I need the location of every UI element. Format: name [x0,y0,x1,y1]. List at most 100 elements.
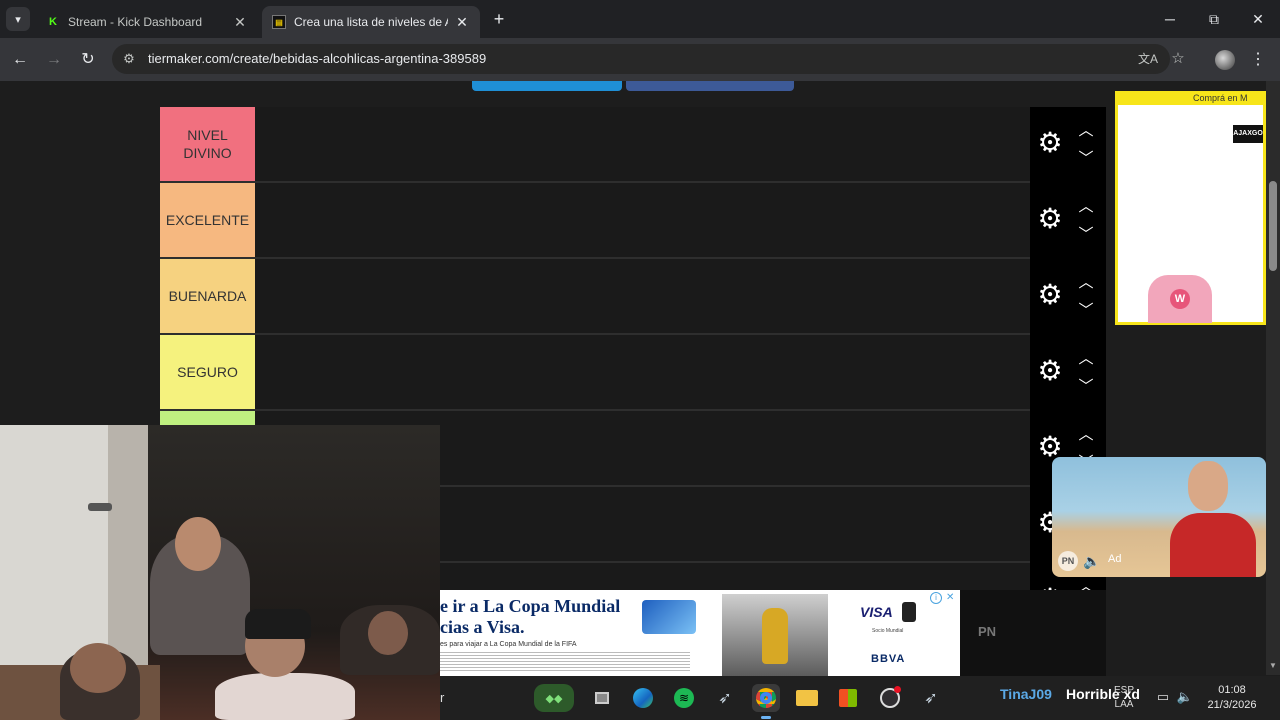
cam-person-head [368,611,408,655]
move-up-icon[interactable]: ︿ [1074,273,1098,293]
fifa-emblem-icon [902,602,916,622]
ad-person-body [1170,513,1256,577]
volume-tray-icon[interactable]: 🔈 [1176,688,1194,706]
language-code: ESP [1114,685,1135,696]
new-tab-button[interactable]: + [488,8,510,30]
url-text[interactable]: tiermaker.com/create/bebidas-alcohlicas-… [148,51,486,66]
language-indicator[interactable]: ESP LAA [1114,684,1134,712]
side-ad-text: Comprá en M [1193,93,1248,103]
pn-label: PN [978,624,997,639]
edge-browser-icon[interactable] [629,684,657,712]
ad-person-image [1166,457,1256,577]
obs-icon[interactable] [876,684,904,712]
close-icon[interactable]: ✕ [454,14,470,31]
taskbar-search-edge[interactable]: r [440,690,444,705]
move-up-icon[interactable]: ︿ [1074,425,1098,445]
ad-close-icon[interactable]: ✕ [946,592,954,603]
address-bar[interactable]: ⚙ tiermaker.com/create/bebidas-alcohlica… [112,44,1170,74]
task-view-icon[interactable] [588,684,616,712]
ad-headline-2: cias a Visa. [440,617,525,637]
cam-doorframe [108,425,148,665]
minimize-button[interactable]: ─ [1148,4,1192,34]
scroll-thumb[interactable] [1269,181,1277,271]
page-scrollbar[interactable]: ▼ [1266,81,1280,675]
move-down-icon[interactable]: ﹀ [1074,149,1098,169]
save-download-button[interactable] [472,81,622,91]
system-clock[interactable]: 01:08 21/3/2026 [1202,683,1262,713]
tab-title: Crea una lista de niveles de Alc [294,15,448,29]
gear-icon[interactable]: ⚙ [1036,129,1064,157]
ad-info-icon[interactable]: i [930,592,942,604]
chevron-down-icon: ▾ [15,13,21,26]
file-explorer-icon[interactable] [793,684,821,712]
cam-person [215,673,355,720]
tab-kick-dashboard[interactable]: K Stream - Kick Dashboard ✕ [36,6,258,38]
share-button[interactable] [626,81,794,91]
tier-controls: ⚙ ︿ ﹀ [1030,335,1106,411]
back-icon[interactable]: ← [8,48,32,72]
forward-icon[interactable]: → [42,48,66,72]
profile-avatar[interactable] [1215,50,1235,70]
close-window-button[interactable]: ✕ [1236,4,1280,34]
tier-label[interactable]: SEGURO [160,335,255,409]
side-ad[interactable]: Comprá en M AJAXGO W [1115,91,1266,325]
trophy-icon [762,608,788,664]
backpack-image: W [1148,275,1212,323]
clock-time: 01:08 [1218,684,1246,696]
reload-icon[interactable]: ↻ [76,48,100,72]
move-down-icon[interactable]: ﹀ [1074,301,1098,321]
ad-headline-1: e ir a La Copa Mundial [440,596,621,616]
steam-icon[interactable]: ➶ [711,684,739,712]
clock-date: 21/3/2026 [1207,699,1257,711]
ad-label: Ad [1108,553,1122,565]
close-icon[interactable]: ✕ [232,14,248,31]
move-up-icon[interactable]: ︿ [1074,197,1098,217]
bottom-banner-ad[interactable]: e ir a La Copa Mundial cias a Visa. es p… [440,590,960,676]
pn-badge[interactable]: PN [1058,551,1078,571]
site-settings-icon[interactable]: ⚙ [120,50,138,68]
side-ad-brand: AJAXGO [1233,125,1263,143]
tier-controls: ⚙ ︿ ﹀ [1030,183,1106,259]
ad-fine-print [440,652,690,672]
active-app-indicator [761,716,771,719]
store-icon[interactable] [834,684,862,712]
network-icon[interactable]: ▭ [1154,688,1172,706]
chat-overlay-username: TinaJ09 [1000,686,1052,702]
move-down-icon[interactable]: ﹀ [1074,377,1098,397]
tier-label[interactable]: NIVEL DIVINO [160,107,255,181]
visa-logo: VISA [860,604,893,620]
tier-row[interactable]: BUENARDA [160,259,1030,335]
gear-icon[interactable]: ⚙ [1036,281,1064,309]
maximize-button[interactable]: ⧉ [1192,4,1236,34]
chrome-icon[interactable] [752,684,780,712]
side-ad-content[interactable]: AJAXGO W [1118,105,1263,323]
tier-row[interactable]: SEGURO [160,335,1030,411]
translate-icon[interactable]: 文A [1138,49,1158,69]
cam-door-handle [88,503,112,511]
bag-logo: W [1170,289,1190,309]
tier-label[interactable]: EXCELENTE [160,183,255,257]
gear-icon[interactable]: ⚙ [1036,205,1064,233]
tier-controls: ⚙ ︿ ﹀ [1030,107,1106,183]
move-down-icon[interactable]: ﹀ [1074,225,1098,245]
app-icon-green[interactable]: ◆◆ [534,684,574,712]
move-up-icon[interactable]: ︿ [1074,121,1098,141]
cam-cap [245,609,311,639]
tier-row[interactable]: NIVEL DIVINO [160,107,1030,183]
move-up-icon[interactable]: ︿ [1074,349,1098,369]
tier-row[interactable]: EXCELENTE [160,183,1030,259]
cam-person-head [175,517,221,571]
bookmark-star-icon[interactable]: ☆ [1168,49,1188,69]
tab-search-button[interactable]: ▾ [6,7,30,31]
video-ad[interactable]: PN 🔈 Ad [1052,457,1266,577]
steam-icon-2[interactable]: ➶ [917,684,945,712]
volume-icon[interactable]: 🔈 [1082,551,1102,571]
tab-title: Stream - Kick Dashboard [68,15,203,29]
more-menu-icon[interactable]: ⋮ [1248,48,1268,72]
spotify-icon[interactable]: ≋ [670,684,698,712]
tier-label[interactable]: BUENARDA [160,259,255,333]
ad-person-head [1188,461,1228,511]
gear-icon[interactable]: ⚙ [1036,357,1064,385]
scroll-down-icon[interactable]: ▼ [1268,661,1278,671]
tab-tiermaker[interactable]: ▤ Crea una lista de niveles de Alc ✕ [262,6,480,38]
